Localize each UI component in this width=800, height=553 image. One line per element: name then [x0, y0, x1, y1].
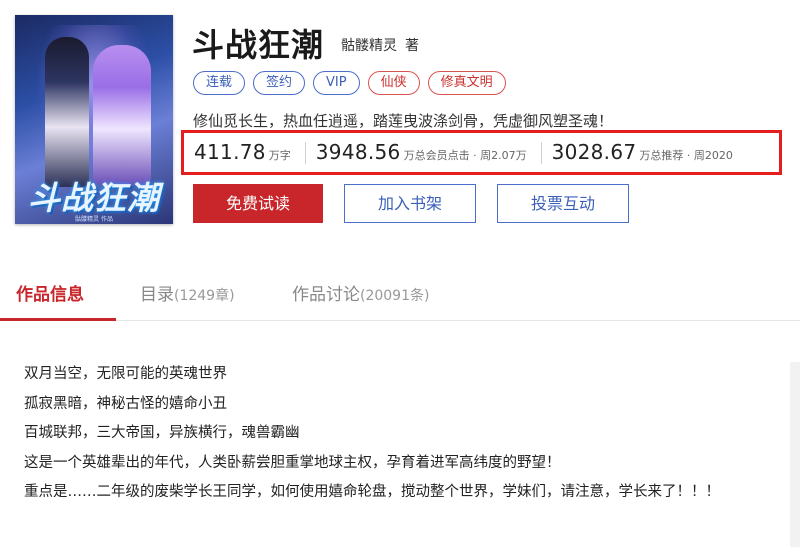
description-line: 孤寂黑暗，神秘古怪的嬉命小丑	[24, 395, 227, 412]
tab-divider	[0, 320, 800, 321]
tag-serializing[interactable]: 连载	[193, 71, 246, 95]
stat-unit: 万字	[268, 148, 291, 162]
description-line: 双月当空，无限可能的英魂世界	[24, 366, 227, 382]
tag-list: 连载 签约 VIP 仙侠 修真文明	[193, 71, 506, 95]
stat-value: 3948.56	[315, 139, 401, 164]
book-title: 斗战狂潮	[192, 26, 325, 64]
book-description: 双月当空，无限可能的英魂世界 孤寂黑暗，神秘古怪的嬉命小丑 百城联邦，三大帝国，…	[24, 364, 720, 512]
stat-unit: 万总会员点击 · 周2.07万	[403, 148, 527, 162]
tab-book-info[interactable]: 作品信息	[16, 280, 84, 305]
stat-clicks: 3948.56 万总会员点击 · 周2.07万	[306, 140, 527, 166]
author-line: 骷髅精灵著	[341, 35, 419, 55]
description-line: 重点是……二年级的废柴学长王同学，如何使用嬉命轮盘，搅动整个世界，学妹们，请注意…	[24, 484, 720, 500]
tab-discussion[interactable]: 作品讨论(20091条)	[292, 280, 429, 305]
stat-value: 411.78	[194, 139, 266, 164]
book-cover[interactable]: 斗战狂潮 骷髅精灵 作品	[15, 15, 173, 224]
author-name[interactable]: 骷髅精灵	[341, 38, 397, 54]
tab-catalog[interactable]: 目录(1249章)	[140, 280, 235, 305]
stat-recommendations: 3028.67 万总推荐 · 周2020	[542, 140, 733, 166]
tab-label: 作品讨论	[292, 285, 360, 305]
stat-unit: 万总推荐 · 周2020	[639, 148, 733, 162]
stat-word-count: 411.78 万字	[184, 140, 291, 166]
book-intro: 修仙觅长生，热血任逍遥，踏莲曳波涤剑骨，凭虚御风塑圣魂！	[193, 112, 614, 130]
add-to-shelf-button[interactable]: 加入书架	[344, 184, 476, 223]
tag-vip[interactable]: VIP	[313, 71, 360, 95]
tag-genre-xianxia[interactable]: 仙侠	[367, 71, 420, 95]
tag-subgenre[interactable]: 修真文明	[427, 71, 506, 95]
stats-bar: 411.78 万字 3948.56 万总会员点击 · 周2.07万 3028.6…	[181, 130, 782, 175]
tab-count: (20091条)	[360, 288, 430, 304]
author-suffix: 著	[405, 38, 419, 54]
scrollbar-track[interactable]	[790, 362, 800, 547]
tab-count: (1249章)	[174, 288, 235, 304]
stat-value: 3028.67	[551, 139, 637, 164]
description-line: 这是一个英雄辈出的年代，人类卧薪尝胆重掌地球主权，孕育着进军高纬度的野望！	[24, 454, 561, 471]
tab-bar: 作品信息 目录(1249章) 作品讨论(20091条)	[0, 280, 800, 320]
free-read-button[interactable]: 免费试读	[193, 184, 323, 223]
vote-button[interactable]: 投票互动	[497, 184, 629, 223]
cover-male-character	[45, 37, 89, 187]
cover-title-art: 斗战狂潮	[27, 179, 160, 217]
active-tab-indicator	[0, 318, 116, 321]
cover-author-line: 骷髅精灵 作品	[75, 216, 113, 223]
tab-label: 作品信息	[16, 285, 84, 305]
tag-signed[interactable]: 签约	[253, 71, 306, 95]
tab-label: 目录	[140, 285, 174, 305]
cover-female-character	[93, 45, 151, 185]
description-line: 百城联邦，三大帝国，异族横行，魂兽霸幽	[24, 425, 300, 441]
